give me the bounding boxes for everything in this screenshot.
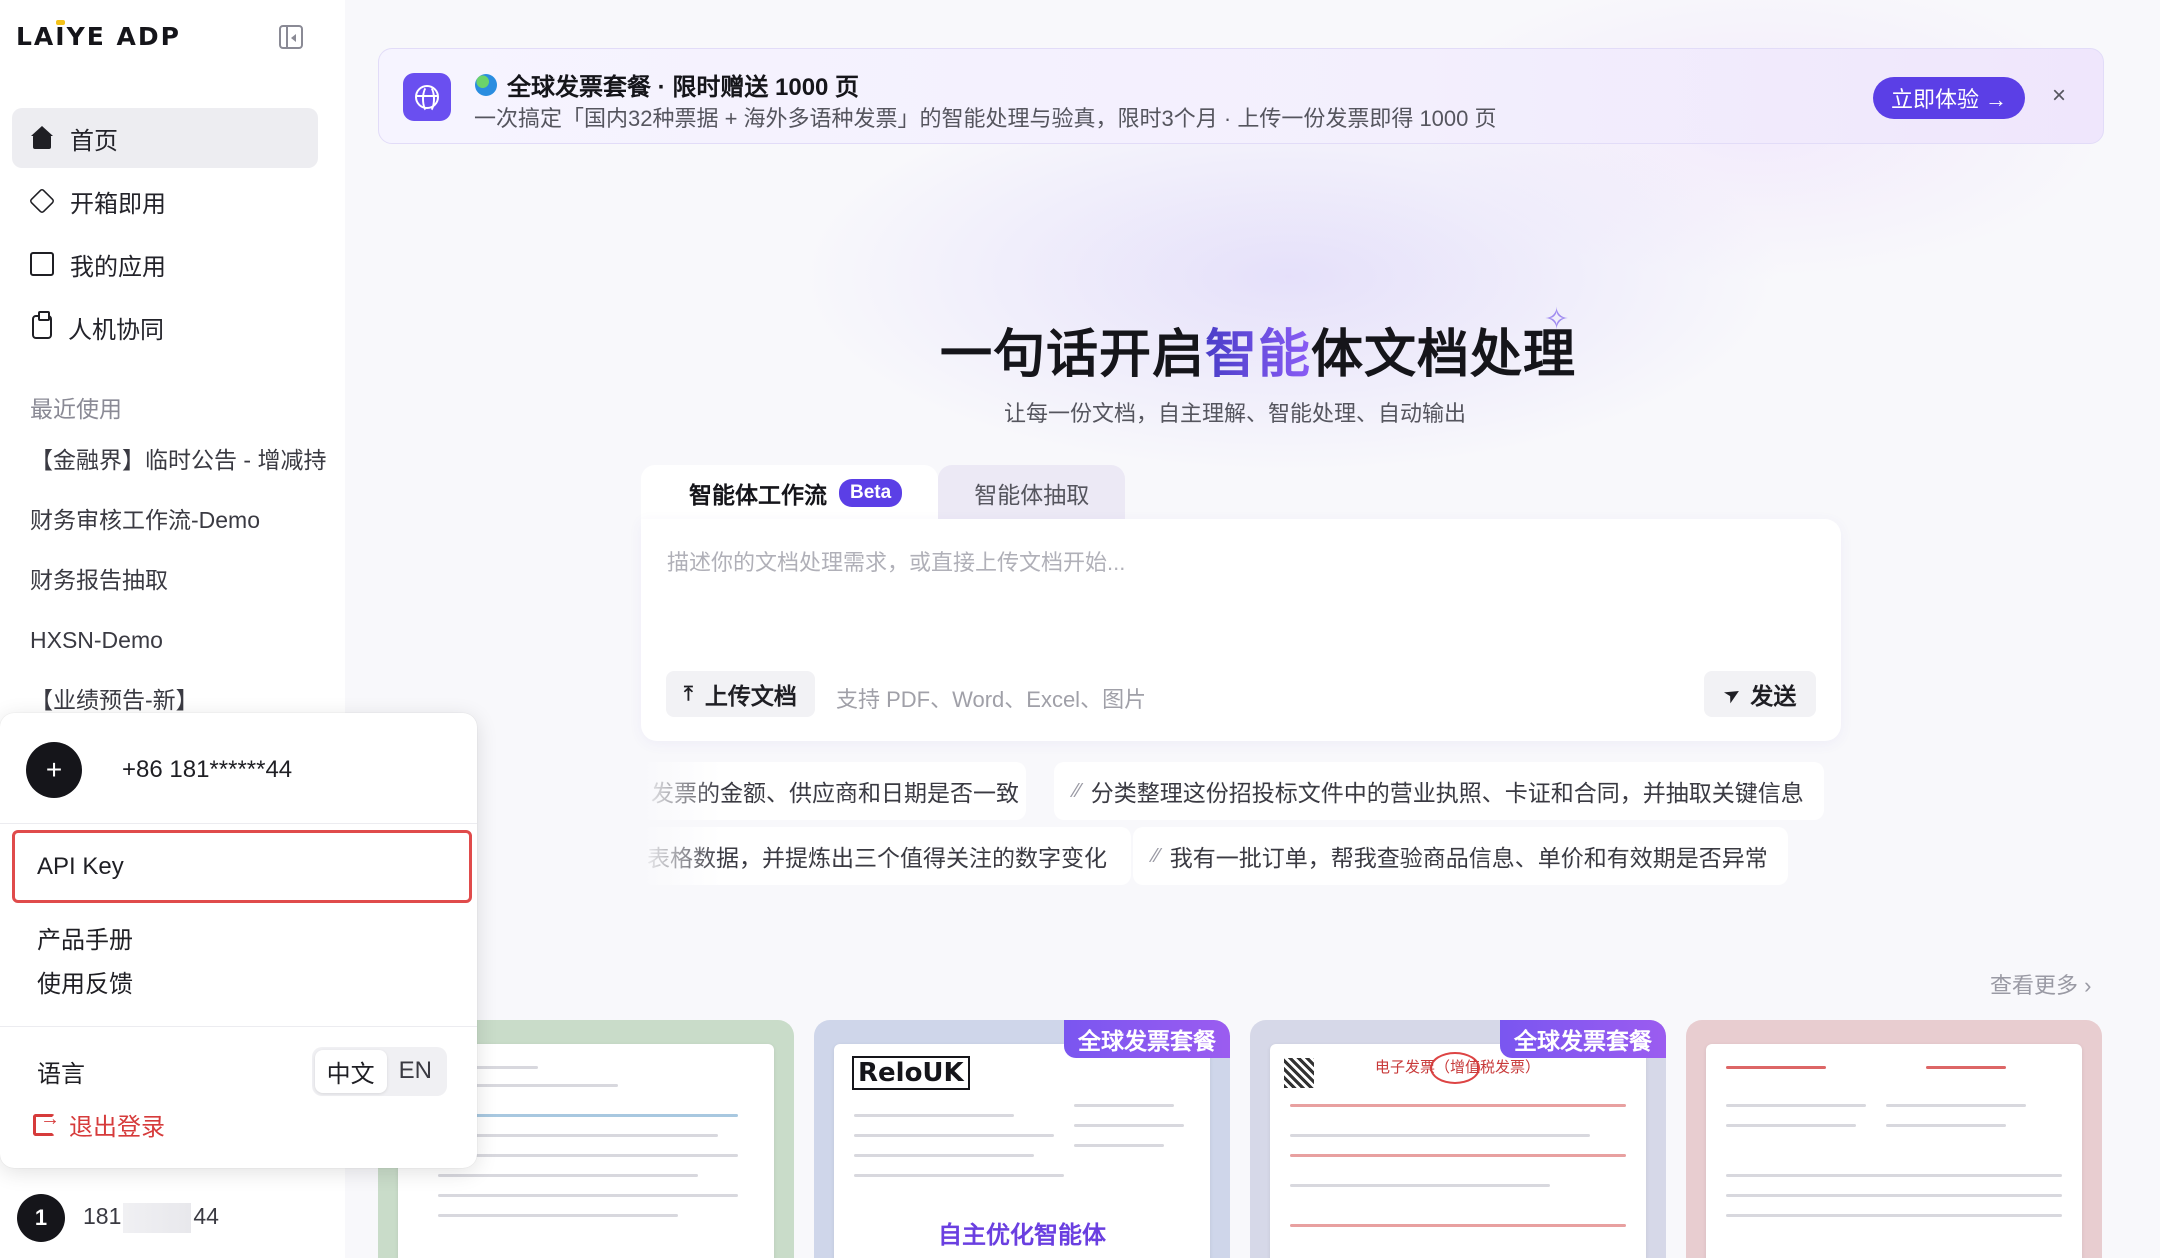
masked-phone-digits <box>123 1203 192 1233</box>
nav-item-human-collab[interactable]: 人机协同 <box>12 297 318 357</box>
logout-button[interactable]: 退出登录 <box>33 1107 165 1142</box>
send-label: 发送 <box>1750 683 1797 709</box>
recent-item[interactable]: 【金融界】临时公告 - 增减持 <box>30 440 330 500</box>
phone-prefix: 181 <box>83 1203 122 1230</box>
chip-fade <box>641 762 721 820</box>
clipboard-icon <box>32 311 52 339</box>
nav-item-label: 开箱即用 <box>70 190 166 218</box>
nav-item-my-apps[interactable]: 我的应用 <box>12 234 318 294</box>
box-icon <box>28 187 56 215</box>
user-menu-popup: + +86 181******44 API Key 产品手册 使用反馈 语言 中… <box>0 713 477 1168</box>
document-logo: ReloUK <box>852 1056 970 1090</box>
close-icon[interactable]: × <box>2044 81 2074 111</box>
try-now-button[interactable]: 立即体验 → <box>1873 77 2025 119</box>
upload-icon: ⤒ <box>684 682 693 705</box>
send-button[interactable]: ➤ 发送 <box>1704 671 1816 717</box>
banner-title-text: 全球发票套餐 · 限时赠送 1000 页 <box>507 74 860 101</box>
collapse-sidebar-icon[interactable] <box>279 25 303 49</box>
home-icon <box>30 126 54 150</box>
tab-agent-extraction[interactable]: 智能体抽取 <box>938 465 1126 521</box>
hero-title-highlight: 智能 <box>1205 325 1312 385</box>
send-icon: ➤ <box>1719 680 1746 709</box>
chip-fade <box>641 827 721 885</box>
user-account-button[interactable]: 1 181 44 <box>17 1194 219 1242</box>
suggestion-row: 表格数据，并提炼出三个值得关注的数字变化 ⁄⁄ 我有一批订单，帮我查验商品信息、… <box>641 827 1841 885</box>
hero-title-prefix: 一句话开启 <box>940 325 1206 385</box>
card-tag: 全球发票套餐 <box>1064 1020 1230 1058</box>
language-toggle[interactable]: 中文 EN <box>311 1046 447 1096</box>
suggestion-row: 发票的金额、供应商和日期是否一致 ⁄⁄ 分类整理这份招投标文件中的营业执照、卡证… <box>641 762 1841 820</box>
lang-option-en[interactable]: EN <box>387 1053 444 1089</box>
upload-hint: 支持 PDF、Word、Excel、图片 <box>836 687 1147 712</box>
hero-title: 一句话开启智能体文档处理 <box>940 312 1576 387</box>
sparkle-icon: ✧ <box>1544 303 1570 336</box>
popup-phone: +86 181******44 <box>122 756 293 783</box>
card-caption: 自主优化智能体 <box>938 1222 1106 1249</box>
upload-document-button[interactable]: ⤒ 上传文档 <box>666 671 815 717</box>
phone-suffix: 44 <box>193 1203 219 1230</box>
magic-wand-icon: ⁄⁄ <box>1074 779 1081 802</box>
recent-item[interactable]: 财务报告抽取 <box>30 560 330 620</box>
hero-subtitle: 让每一份文档，自主理解、智能处理、自动输出 <box>1004 401 1467 426</box>
nav-item-label: 首页 <box>70 127 118 155</box>
user-phone: 181 44 <box>83 1203 219 1233</box>
qr-code-icon <box>1284 1058 1314 1088</box>
invoice-title: 电子发票（增值税发票） <box>1375 1058 1541 1076</box>
lang-option-zh[interactable]: 中文 <box>314 1049 387 1093</box>
menu-item-api-key[interactable]: API Key <box>12 830 472 903</box>
recent-list: 【金融界】临时公告 - 增减持 财务审核工作流-Demo 财务报告抽取 HXSN… <box>30 440 330 740</box>
template-card[interactable]: ReloUK 全球发票套餐 自主优化智能体 <box>814 1020 1230 1258</box>
banner-title: 全球发票套餐 · 限时赠送 1000 页 <box>475 67 859 102</box>
magic-wand-icon: ⁄⁄ <box>1153 844 1160 867</box>
template-card[interactable]: 电子发票（增值税发票） 全球发票套餐 <box>1250 1020 1666 1258</box>
divider <box>0 823 477 824</box>
composer-card: ⤒ 上传文档 支持 PDF、Word、Excel、图片 ➤ 发送 <box>641 519 1841 741</box>
logout-label: 退出登录 <box>69 1114 165 1141</box>
logout-icon <box>33 1108 60 1136</box>
avatar: 1 <box>17 1194 65 1242</box>
divider <box>0 1026 477 1027</box>
upload-label: 上传文档 <box>704 683 797 709</box>
nav-item-out-of-box[interactable]: 开箱即用 <box>12 171 318 231</box>
promo-banner: 全球发票套餐 · 限时赠送 1000 页 一次搞定「国内32种票据 + 海外多语… <box>378 48 2104 144</box>
avatar: + <box>26 742 82 798</box>
recent-section-title: 最近使用 <box>30 396 122 422</box>
beta-badge: Beta <box>839 479 903 507</box>
earth-icon <box>475 73 497 96</box>
recent-item[interactable]: 财务审核工作流-Demo <box>30 500 330 560</box>
recent-item[interactable]: HXSN-Demo <box>30 620 330 680</box>
language-row: 语言 中文 EN <box>37 1046 447 1096</box>
see-more-link[interactable]: 查看更多 › <box>1990 968 2091 1000</box>
main-nav: 首页 开箱即用 我的应用 人机协同 <box>12 108 318 360</box>
hero-title-suffix: 体文档处理 <box>1311 325 1577 385</box>
grid-icon <box>30 252 54 276</box>
tab-label: 智能体工作流 <box>689 482 827 508</box>
composer-tabs: 智能体工作流 Beta 智能体抽取 <box>641 465 1126 521</box>
nav-item-home[interactable]: 首页 <box>12 108 318 168</box>
nav-item-label: 我的应用 <box>70 253 166 281</box>
globe-icon <box>403 73 451 121</box>
language-label: 语言 <box>37 1060 85 1088</box>
document-preview <box>1706 1044 2082 1258</box>
suggestion-chip[interactable]: ⁄⁄ 我有一批订单，帮我查验商品信息、单价和有效期是否异常 <box>1133 827 1788 885</box>
suggestion-text: 我有一批订单，帮我查验商品信息、单价和有效期是否异常 <box>1169 845 1768 871</box>
banner-subtitle: 一次搞定「国内32种票据 + 海外多语种发票」的智能处理与验真，限时3个月 · … <box>474 106 1497 131</box>
menu-item-feedback[interactable]: 使用反馈 <box>12 945 472 1018</box>
prompt-input[interactable] <box>667 545 1807 635</box>
nav-item-label: 人机协同 <box>68 316 164 344</box>
document-preview: 电子发票（增值税发票） <box>1270 1044 1646 1258</box>
popup-user-info: + +86 181******44 <box>26 742 292 798</box>
suggestion-chip[interactable]: ⁄⁄ 分类整理这份招投标文件中的营业执照、卡证和合同，并抽取关键信息 <box>1054 762 1824 820</box>
tab-label: 智能体抽取 <box>974 482 1090 508</box>
tab-agent-workflow[interactable]: 智能体工作流 Beta <box>641 465 939 521</box>
card-tag: 全球发票套餐 <box>1500 1020 1666 1058</box>
app-logo[interactable]: LAIYE ADP <box>16 22 181 51</box>
suggestion-text: 分类整理这份招投标文件中的营业执照、卡证和合同，并抽取关键信息 <box>1090 780 1804 806</box>
template-card[interactable] <box>1686 1020 2102 1258</box>
